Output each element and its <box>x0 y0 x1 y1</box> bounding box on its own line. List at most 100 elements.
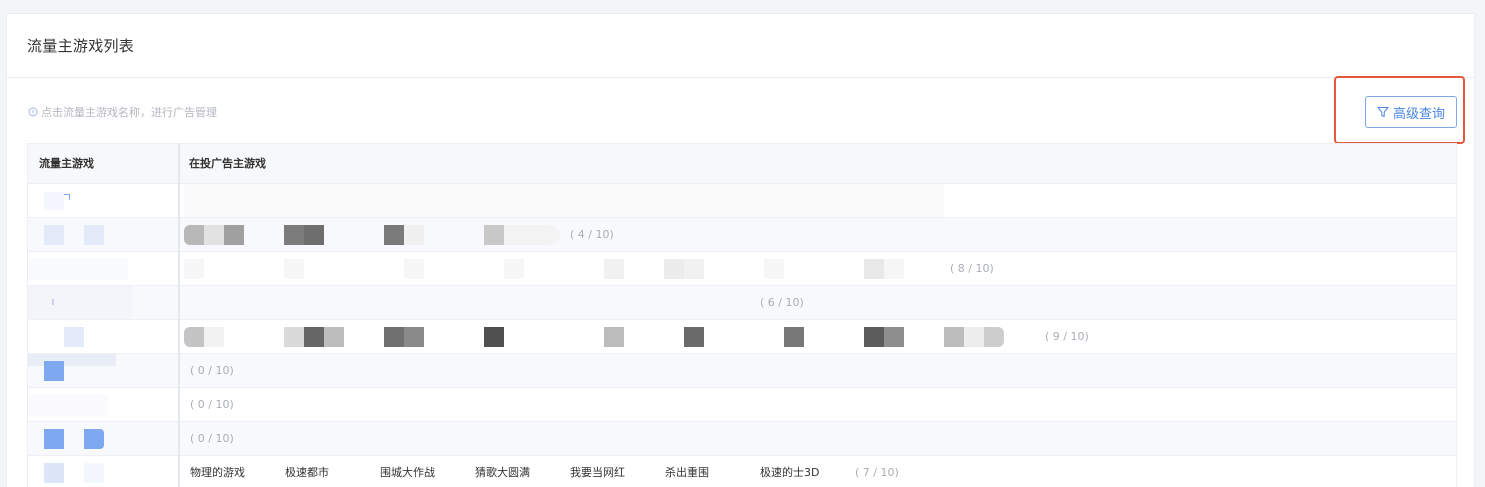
ad-games-cell: ( 9 / 10) <box>184 320 1456 353</box>
ad-game-name[interactable]: 我要当网红 <box>570 456 625 487</box>
game-table: 流量主游戏 在投广告主游戏 (4 / 10) (8 / 10) (6 / … <box>27 143 1457 487</box>
blurred-game <box>184 259 204 279</box>
table-row: ( 0 / 10) <box>28 388 1456 422</box>
blurred-game <box>484 225 504 245</box>
table-row: ( 6 / 10) <box>28 286 1456 320</box>
blurred-game <box>484 327 504 347</box>
blurred-name <box>28 258 128 280</box>
hint-label: 点击流量主游戏名称，进行广告管理 <box>41 106 217 119</box>
blurred-game <box>944 327 964 347</box>
table-row: ( 8 / 10) <box>28 252 1456 286</box>
blurred-game <box>604 327 624 347</box>
table-row: 物理的游戏 极速都市 围城大作战 猜歌大圆满 我要当网红 杀出重围 极速的士3D… <box>28 456 1456 487</box>
blurred-game <box>204 327 224 347</box>
traffic-game-cell[interactable] <box>28 286 178 319</box>
blurred-game <box>884 327 904 347</box>
blurred-game <box>404 259 424 279</box>
ad-game-name[interactable]: 极速都市 <box>285 456 329 487</box>
traffic-game-cell[interactable] <box>28 354 178 387</box>
traffic-game-cell[interactable] <box>28 422 178 455</box>
ad-games-cell: ( 0 / 10) <box>184 354 1456 387</box>
blurred-name <box>64 327 84 347</box>
ad-game-name[interactable]: 围城大作战 <box>380 456 435 487</box>
blurred-game <box>384 225 404 245</box>
blurred-game <box>684 327 704 347</box>
blurred-name <box>44 361 64 381</box>
blurred-game <box>964 327 984 347</box>
ad-count: ( 4 / 10) <box>570 228 614 241</box>
page-title: 流量主游戏列表 <box>27 37 135 55</box>
hint-text: 点击流量主游戏名称，进行广告管理 <box>28 104 217 120</box>
column-header-ad-games: 在投广告主游戏 <box>189 157 266 170</box>
blurred-game <box>504 225 560 245</box>
blurred-game <box>304 225 324 245</box>
blurred-game <box>284 225 304 245</box>
ad-game-name[interactable]: 杀出重围 <box>665 456 709 487</box>
blurred-name <box>28 394 108 416</box>
blurred-game <box>204 225 224 245</box>
table-row: ( 4 / 10) <box>28 218 1456 252</box>
table-row: ( 0 / 10) <box>28 422 1456 456</box>
blurred-name <box>44 225 64 245</box>
blurred-name <box>64 194 70 200</box>
ad-game-name[interactable]: 猜歌大圆满 <box>475 456 530 487</box>
blurred-game <box>384 327 404 347</box>
ad-game-name[interactable]: 极速的士3D <box>760 456 819 487</box>
ad-games-cell: ( 6 / 10) <box>184 286 1456 319</box>
table-header: 流量主游戏 在投广告主游戏 <box>28 143 1456 184</box>
ad-games-cell <box>184 184 1456 217</box>
blurred-name <box>52 299 54 305</box>
blurred-game <box>604 259 624 279</box>
ad-count: ( 8 / 10) <box>950 262 994 275</box>
traffic-game-cell[interactable] <box>28 252 178 285</box>
blurred-game <box>784 327 804 347</box>
ad-count: ( 0 / 10) <box>190 432 234 445</box>
ad-count: ( 9 / 10) <box>1045 330 1089 343</box>
table-row: ( 0 / 10) <box>28 354 1456 388</box>
table-row: ( 9 / 10) <box>28 320 1456 354</box>
ad-count: ( 0 / 10) <box>190 398 234 411</box>
ad-count: ( 0 / 10) <box>190 364 234 377</box>
traffic-game-cell[interactable] <box>28 184 178 217</box>
game-list-card: 流量主游戏列表 点击流量主游戏名称，进行广告管理 高级查询 流量主游戏 在投广告… <box>6 13 1475 487</box>
blurred-game <box>664 259 684 279</box>
ad-games-cell: 物理的游戏 极速都市 围城大作战 猜歌大圆满 我要当网红 杀出重围 极速的士3D… <box>184 456 1456 487</box>
blurred-game <box>764 259 784 279</box>
blurred-game <box>184 327 204 347</box>
ad-count: ( 6 / 10) <box>760 296 804 309</box>
ad-games-cell: ( 4 / 10) <box>184 218 1456 251</box>
blurred-game <box>284 259 304 279</box>
blurred-game <box>984 327 1004 347</box>
blurred-name <box>44 463 64 483</box>
blurred-name <box>28 354 116 366</box>
blurred-game <box>304 327 324 347</box>
filter-icon <box>1377 107 1389 117</box>
blurred-game <box>404 327 424 347</box>
ad-games-cell: ( 0 / 10) <box>184 388 1456 421</box>
traffic-game-cell[interactable] <box>28 388 178 421</box>
advanced-query-button[interactable]: 高级查询 <box>1365 96 1457 128</box>
ad-game-name[interactable]: 物理的游戏 <box>190 456 245 487</box>
ad-count: ( 7 / 10) <box>855 466 899 479</box>
card-header: 流量主游戏列表 <box>7 14 1474 78</box>
blurred-name <box>84 429 104 449</box>
blurred-game <box>184 225 204 245</box>
blurred-name <box>84 463 104 483</box>
blurred-game <box>324 327 344 347</box>
traffic-game-cell[interactable] <box>28 456 178 487</box>
blurred-name <box>84 225 104 245</box>
info-icon <box>28 107 38 117</box>
column-divider <box>178 143 180 487</box>
table-body: ( 4 / 10) (8 / 10) (6 / 10) (9 / 10) … <box>28 184 1456 487</box>
blurred-game <box>884 259 904 279</box>
blurred-game <box>224 225 244 245</box>
ad-games-cell: ( 8 / 10) <box>184 252 1456 285</box>
blurred-game <box>404 225 424 245</box>
blurred-name <box>44 429 64 449</box>
blurred-content <box>184 184 944 217</box>
traffic-game-cell[interactable] <box>28 320 178 353</box>
blurred-game <box>864 259 884 279</box>
blurred-game <box>504 259 524 279</box>
traffic-game-cell[interactable] <box>28 218 178 251</box>
blurred-name <box>44 192 64 210</box>
